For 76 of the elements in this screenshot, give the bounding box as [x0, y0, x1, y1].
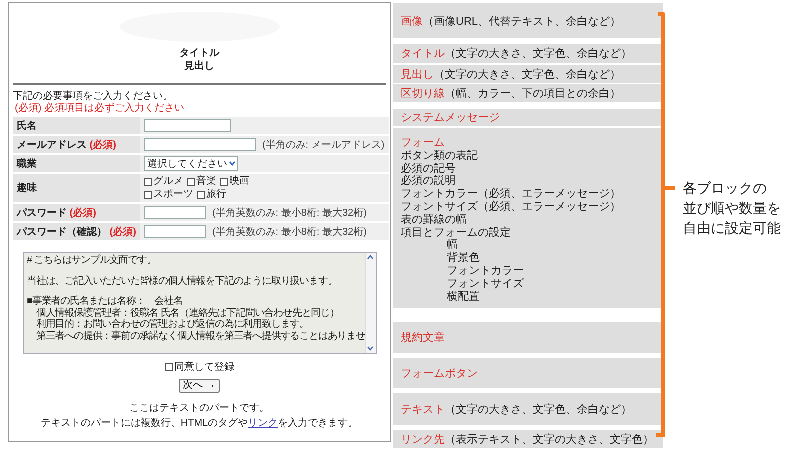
block-detail: （画像URL、代替テキスト、余白など）: [423, 15, 622, 29]
block-label: 区切り線: [401, 86, 445, 100]
block-label: 画像: [401, 15, 423, 29]
block-label: システムメッセージ: [401, 111, 500, 125]
block-label: フォーム: [401, 137, 445, 150]
setting-item: 必須の説明: [401, 175, 456, 188]
text-input[interactable]: [144, 138, 256, 151]
required-note: (必須) 必須項目は必ずご入力ください: [15, 103, 184, 115]
text-input[interactable]: [144, 119, 232, 132]
setting-item: 背景色: [447, 252, 480, 265]
required-mark: (必須): [70, 208, 96, 218]
block-detail: （文字の大きさ、文字色、余白など）: [445, 402, 632, 416]
terms-text-line: 第三者への提供：事前の承諾なく個人情報を第三者へ提供することはありませ: [35, 330, 365, 342]
input-hint: (半角英数のみ: 最小8桁: 最大32桁): [212, 206, 367, 220]
block-label: テキスト: [401, 402, 445, 416]
setting-item: フォントカラー: [447, 264, 524, 278]
checkbox[interactable]: [220, 178, 228, 186]
input-hint: (半角のみ: メールアドレス): [262, 138, 385, 152]
intro-text: 下記の必要事項をご入力ください。: [13, 91, 173, 102]
field-label: 氏名: [17, 120, 37, 132]
caret-icon: [229, 161, 236, 166]
input-hint: (半角英数のみ: 最小8桁: 最大32桁): [212, 226, 367, 238]
field-label: 趣味: [17, 183, 37, 194]
checkbox-label: グルメ: [153, 175, 184, 188]
block-label: リンク先: [401, 432, 445, 446]
checkbox-label: 映画: [229, 175, 250, 188]
terms-text-line: 当社は、ご記入いただいた皆様の個人情報を下記のように取り扱います。: [27, 276, 338, 287]
text-part-line: ここはテキストのパートです。: [130, 402, 270, 416]
checkbox-label: 同意して登録: [174, 360, 234, 374]
select-dropdown[interactable]: 選択してください: [144, 156, 238, 171]
block-label: タイトル: [401, 47, 445, 61]
checkbox[interactable]: [164, 363, 172, 371]
page-title: タイトル: [180, 47, 220, 60]
text-part-line: テキストのパートには複数行、HTMLのタグや リンク を入力できます。: [40, 416, 358, 431]
scroll-up-icon[interactable]: [366, 253, 375, 262]
password-input[interactable]: [144, 225, 206, 238]
block-detail: （表示テキスト、文字の大きさ、文字色）: [445, 432, 654, 446]
setting-item: 表の罫線の幅: [401, 214, 467, 227]
block-label: 規約文章: [401, 330, 445, 345]
text-link[interactable]: リンク: [248, 418, 278, 429]
checkbox[interactable]: [197, 190, 206, 198]
checkbox-label: 音楽: [196, 175, 216, 188]
setting-item: 幅: [447, 239, 458, 252]
terms-text-line: 利用目的：お問い合わせの管理および返信の為に利用致します。: [35, 319, 310, 330]
callout-text: 各ブロックの 並び順や数量を 自由に設定可能: [683, 179, 781, 238]
checkbox[interactable]: [187, 178, 196, 186]
field-label: メールアドレス: [17, 140, 87, 150]
terms-text-line: ■事業者の氏名または名称： 会社名: [27, 296, 183, 308]
setting-item: 横配置: [447, 290, 480, 304]
setting-item: フォントサイズ: [447, 278, 524, 291]
terms-text-line: 個人情報保護管理者：役職名 氏名（連絡先は下記問い合わせ先と同じ）: [35, 308, 340, 318]
page-heading: 見出し: [184, 60, 214, 73]
checkbox-label: 旅行: [206, 188, 226, 201]
setting-item: 項目とフォームの設定: [401, 226, 511, 239]
block-detail: （文字の大きさ、文字色、余白など）: [445, 46, 632, 61]
field-label: パスワード（確認）: [17, 226, 107, 238]
next-button[interactable]: 次へ →: [179, 379, 220, 393]
field-label: パスワード: [17, 208, 67, 218]
setting-item: フォントカラー（必須、エラーメッセージ）: [401, 188, 621, 200]
checkbox-label: スポーツ: [153, 188, 194, 201]
block-detail: （文字の大きさ、文字色、余白など）: [434, 68, 621, 82]
terms-text-box[interactable]: # こちらはサンプル文面です。 当社は、ご記入いただいた皆様の個人情報を下記のように取り扱います。 ■事業者の氏名または名称： 会社名 個人情報保護管理者：役職名 氏名（連絡先は下記問い合わせ先と同じ） 利用目的：お問い合わせの管理および返信の為に利用致します。 第三者への提供：事前の承諾なく個人情報を第三者へ提供することはありませ: [23, 252, 377, 354]
password-input[interactable]: [144, 206, 206, 219]
required-mark: (必須): [90, 140, 116, 150]
field-label: 職業: [17, 158, 37, 170]
checkbox[interactable]: [144, 190, 152, 198]
checkbox[interactable]: [144, 178, 152, 186]
scroll-down-icon[interactable]: [366, 344, 375, 353]
block-label: 見出し: [401, 68, 434, 82]
setting-item: 必須の記号: [401, 162, 456, 175]
required-mark: (必須): [110, 226, 136, 238]
block-detail: （幅、カラー、下の項目との余白）: [445, 86, 621, 100]
setting-item: フォントサイズ（必須、エラーメッセージ）: [401, 200, 621, 214]
setting-item: ボタン類の表記: [401, 150, 478, 162]
terms-text-line: # こちらはサンプル文面です。: [27, 255, 156, 266]
block-label: フォームボタン: [401, 366, 478, 380]
